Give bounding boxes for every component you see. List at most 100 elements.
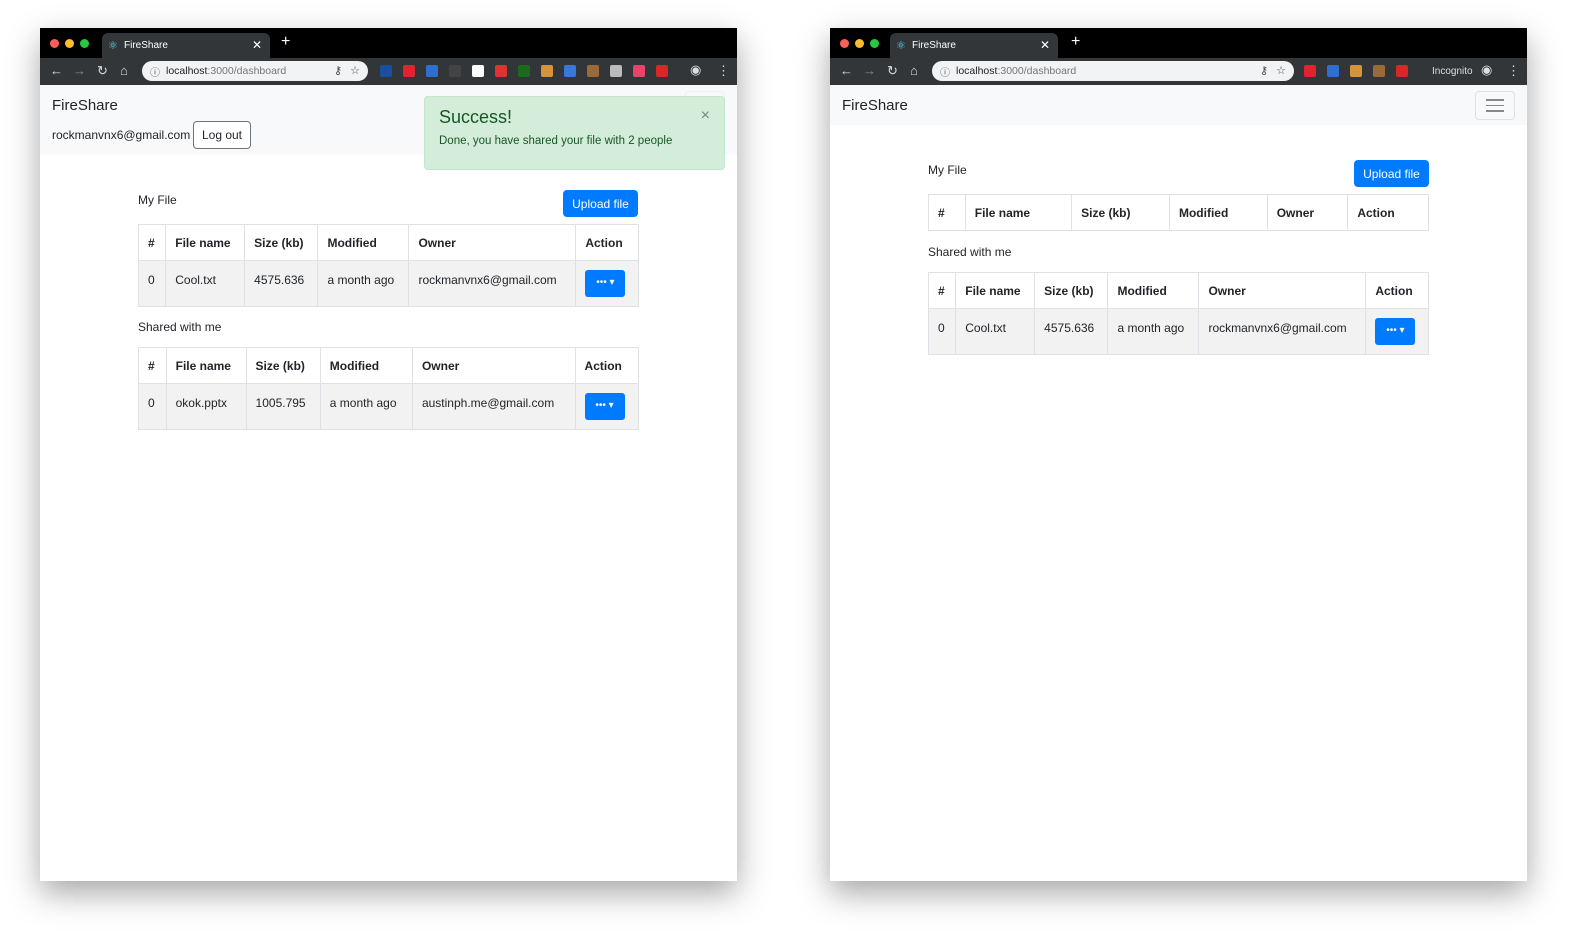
shared-table: # File name Size (kb) Modified Owner Action 0 C… xyxy=(927,272,1429,355)
address-bar[interactable]: ⓘ localhost:3000/dashboard ⚷ ☆ xyxy=(142,61,368,81)
profile-avatar-icon[interactable]: ◉ xyxy=(690,62,701,78)
user-email: rockmanvnx6@gmail.com xyxy=(52,128,191,142)
table-cell: 0 xyxy=(137,260,167,307)
table-cell: a month ago xyxy=(1107,308,1200,355)
table-row: 0 Cool.txt 4575.636 a month ago rockmanvnx6@… xyxy=(137,260,639,307)
table-cell: okok.pptx xyxy=(165,383,247,430)
action-dropdown-button[interactable]: ••• ▾ xyxy=(585,270,626,297)
close-tab-icon[interactable]: ✕ xyxy=(252,38,262,52)
hamburger-menu-button[interactable] xyxy=(1475,91,1515,120)
extension-icon[interactable] xyxy=(1350,65,1362,77)
page-content: FireShare rockmanvnx6@gmail.com Log out … xyxy=(40,85,737,881)
back-icon[interactable]: ← xyxy=(50,63,63,78)
close-window-button[interactable] xyxy=(840,39,849,48)
extension-icon[interactable] xyxy=(564,65,576,77)
brand-link[interactable]: FireShare xyxy=(52,97,118,114)
maximize-window-button[interactable] xyxy=(870,39,879,48)
column-header: Action xyxy=(574,347,640,384)
extension-icon[interactable] xyxy=(610,65,622,77)
shared-table: # File name Size (kb) Modified Owner Action 0 o… xyxy=(138,347,640,430)
action-dropdown-button[interactable]: ••• ▾ xyxy=(1375,318,1416,345)
close-tab-icon[interactable]: ✕ xyxy=(1040,38,1050,52)
key-icon[interactable]: ⚷ xyxy=(1260,64,1268,77)
extension-icon[interactable] xyxy=(426,65,438,77)
key-icon[interactable]: ⚷ xyxy=(334,64,342,77)
minimize-window-button[interactable] xyxy=(855,39,864,48)
address-bar[interactable]: ⓘ localhost:3000/dashboard ⚷ ☆ xyxy=(932,61,1294,81)
upload-file-button[interactable]: Upload file xyxy=(1354,160,1429,187)
tab-bar: ⚛ FireShare ✕ + xyxy=(830,28,1527,58)
browser-tab[interactable]: ⚛ FireShare ✕ xyxy=(102,33,270,58)
my-file-heading: My File xyxy=(928,163,967,177)
column-header: Owner xyxy=(408,224,577,261)
incognito-icon: ◉ xyxy=(1481,62,1493,77)
extension-icon[interactable] xyxy=(1373,65,1385,77)
react-icon: ⚛ xyxy=(108,40,118,52)
extensions-bar xyxy=(1304,65,1408,77)
column-header: File name xyxy=(964,194,1073,231)
table-row: 0 okok.pptx 1005.795 a month ago austinph.me… xyxy=(138,383,640,430)
upload-file-button[interactable]: Upload file xyxy=(563,190,638,217)
column-header: Owner xyxy=(1266,194,1349,231)
reload-icon[interactable]: ↻ xyxy=(887,63,898,79)
forward-icon[interactable]: → xyxy=(73,63,86,78)
home-icon[interactable]: ⌂ xyxy=(910,63,918,78)
table-cell: a month ago xyxy=(319,383,413,430)
extension-icon[interactable] xyxy=(587,65,599,77)
action-cell: ••• ▾ xyxy=(574,383,640,430)
table-header-row: # File name Size (kb) Modified Owner Action xyxy=(928,194,1429,231)
maximize-window-button[interactable] xyxy=(80,39,89,48)
extension-icon[interactable] xyxy=(1327,65,1339,77)
logout-button[interactable]: Log out xyxy=(193,121,251,149)
my-file-table: # File name Size (kb) Modified Owner Action 0 C… xyxy=(137,224,639,307)
column-header: Modified xyxy=(1168,194,1268,231)
table-header-row: # File name Size (kb) Modified Owner Action xyxy=(927,272,1429,309)
back-icon[interactable]: ← xyxy=(840,63,853,78)
success-alert: Success! Done, you have shared your file… xyxy=(424,96,725,170)
extension-icon[interactable] xyxy=(1304,65,1316,77)
menu-kebab-icon[interactable]: ⋮ xyxy=(1507,63,1520,79)
extension-icon[interactable] xyxy=(518,65,530,77)
column-header: Action xyxy=(1347,194,1429,231)
column-header: # xyxy=(928,194,966,231)
column-header: File name xyxy=(165,347,247,384)
minimize-window-button[interactable] xyxy=(65,39,74,48)
extension-icon[interactable] xyxy=(495,65,507,77)
tab-title: FireShare xyxy=(124,40,168,51)
extension-icon[interactable] xyxy=(403,65,415,77)
new-tab-button[interactable]: + xyxy=(281,33,290,51)
close-icon[interactable]: × xyxy=(701,107,710,125)
action-dropdown-button[interactable]: ••• ▾ xyxy=(584,393,625,420)
extension-icon[interactable] xyxy=(656,65,668,77)
url-host: localhost xyxy=(956,65,998,77)
home-icon[interactable]: ⌂ xyxy=(120,63,128,78)
reload-icon[interactable]: ↻ xyxy=(97,63,108,79)
tab-title: FireShare xyxy=(912,40,956,51)
brand-link[interactable]: FireShare xyxy=(842,97,908,114)
close-window-button[interactable] xyxy=(50,39,59,48)
new-tab-button[interactable]: + xyxy=(1071,33,1080,51)
bookmark-star-icon[interactable]: ☆ xyxy=(350,64,360,77)
extension-icon[interactable] xyxy=(633,65,645,77)
extension-icon[interactable] xyxy=(1396,65,1408,77)
browser-toolbar: ← → ↻ ⌂ ⓘ localhost:3000/dashboard ⚷ ☆ ◉ ⋮ xyxy=(40,58,737,85)
extension-icon[interactable] xyxy=(380,65,392,77)
table-cell: Cool.txt xyxy=(955,308,1036,355)
browser-toolbar: ← → ↻ ⌂ ⓘ localhost:3000/dashboard ⚷ ☆ Inco… xyxy=(830,58,1527,85)
extension-icon[interactable] xyxy=(472,65,484,77)
alert-title: Success! xyxy=(439,107,513,127)
url-path: :3000/dashboard xyxy=(997,65,1077,77)
browser-tab[interactable]: ⚛ FireShare ✕ xyxy=(890,33,1058,58)
menu-kebab-icon[interactable]: ⋮ xyxy=(717,63,730,79)
extension-icon[interactable] xyxy=(541,65,553,77)
column-header: Modified xyxy=(319,347,413,384)
table-cell: Cool.txt xyxy=(165,260,246,307)
extension-icon[interactable] xyxy=(449,65,461,77)
forward-icon[interactable]: → xyxy=(863,63,876,78)
bookmark-star-icon[interactable]: ☆ xyxy=(1276,64,1286,77)
column-header: File name xyxy=(955,272,1036,309)
my-file-heading: My File xyxy=(138,193,177,207)
column-header: Size (kb) xyxy=(244,224,319,261)
column-header: Modified xyxy=(317,224,410,261)
column-header: Size (kb) xyxy=(245,347,321,384)
